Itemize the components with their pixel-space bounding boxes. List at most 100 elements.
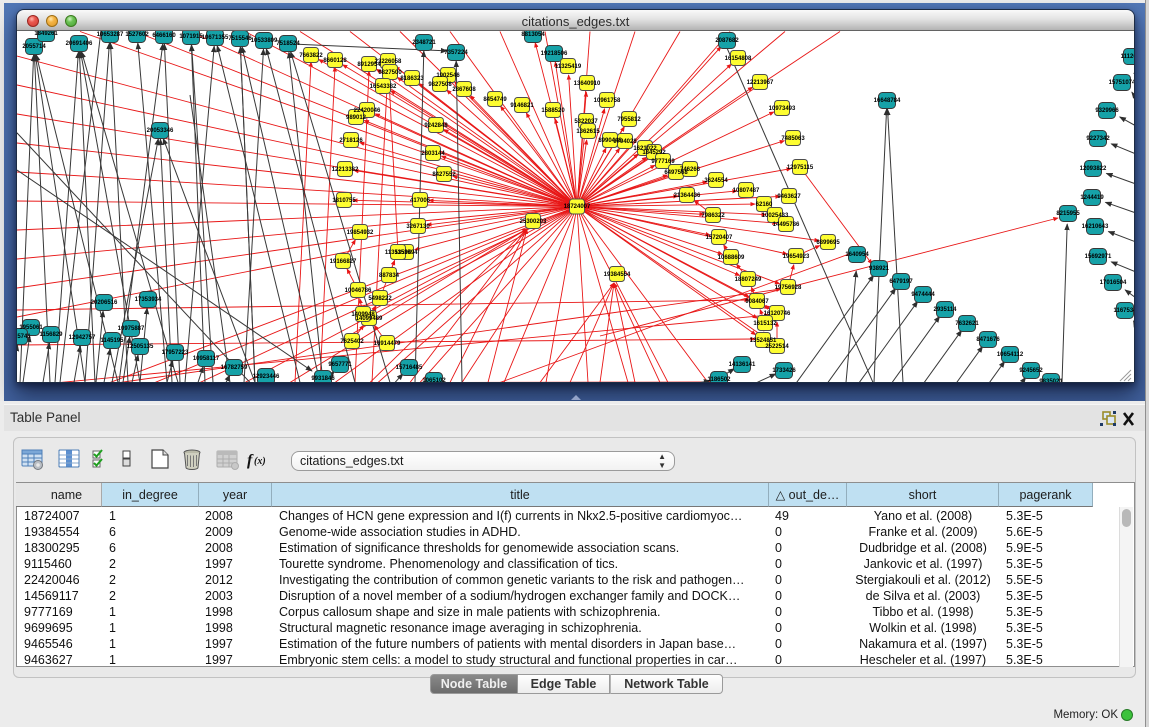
svg-text:9777169: 9777169: [651, 159, 675, 165]
svg-text:8215955: 8215955: [1056, 211, 1080, 217]
svg-text:1810755: 1810755: [332, 198, 356, 204]
svg-text:8660128: 8660128: [323, 58, 347, 64]
svg-text:1527602: 1527602: [125, 32, 149, 38]
svg-text:17353934: 17353934: [135, 297, 162, 303]
svg-text:22420046: 22420046: [354, 108, 381, 114]
svg-text:1902546: 1902546: [436, 73, 460, 79]
svg-text:16120746: 16120746: [764, 311, 791, 317]
svg-text:8186323: 8186323: [400, 76, 424, 82]
svg-text:10533809: 10533809: [251, 38, 278, 44]
svg-text:17016504: 17016504: [1100, 280, 1127, 286]
svg-text:7485063: 7485063: [781, 136, 805, 142]
svg-text:16210643: 16210643: [1082, 224, 1109, 230]
svg-text:10958117: 10958117: [193, 356, 220, 362]
svg-text:6479197: 6479197: [889, 279, 913, 285]
svg-text:7955812: 7955812: [617, 117, 641, 123]
svg-text:5498222: 5498222: [368, 296, 392, 302]
svg-text:7663822: 7663822: [299, 53, 323, 59]
svg-text:989012: 989012: [346, 115, 367, 121]
svg-text:17957223: 17957223: [162, 350, 189, 356]
svg-text:8427552: 8427552: [432, 172, 456, 178]
svg-text:7625402: 7625402: [340, 339, 364, 345]
svg-text:417006: 417006: [410, 198, 431, 204]
svg-text:9463627: 9463627: [777, 194, 801, 200]
svg-text:2718126: 2718126: [339, 138, 363, 144]
svg-text:f: f: [247, 452, 254, 469]
svg-text:6899695: 6899695: [816, 240, 840, 246]
svg-text:1145195: 1145195: [100, 338, 124, 344]
svg-text:16914479: 16914479: [374, 341, 401, 347]
svg-text:9931846: 9931846: [311, 376, 335, 382]
svg-text:1845292: 1845292: [642, 150, 666, 156]
svg-text:21364436: 21364436: [674, 193, 701, 199]
svg-text:9242848: 9242848: [424, 123, 448, 129]
svg-text:25300203: 25300203: [520, 219, 547, 225]
svg-text:1362615: 1362615: [576, 129, 600, 135]
svg-text:20053346: 20053346: [147, 128, 174, 134]
svg-text:8454749: 8454749: [483, 97, 507, 103]
svg-text:16782759: 16782759: [221, 365, 248, 371]
svg-text:3624554: 3624554: [704, 178, 728, 184]
svg-text:1186502: 1186502: [707, 377, 731, 382]
svg-text:10046786: 10046786: [345, 288, 372, 294]
svg-text:1065102: 1065102: [422, 378, 446, 382]
svg-text:12942757: 12942757: [69, 335, 96, 341]
svg-text:20206516: 20206516: [91, 300, 118, 306]
svg-text:1849261: 1849261: [34, 31, 58, 37]
svg-text:13640910: 13640910: [574, 81, 601, 87]
svg-text:16543382: 16543382: [370, 84, 397, 90]
svg-text:16154808: 16154808: [725, 56, 752, 62]
svg-text:9835021: 9835021: [1039, 379, 1063, 382]
svg-text:10654112: 10654112: [997, 352, 1024, 358]
svg-text:12213382: 12213382: [332, 167, 359, 173]
svg-text:887834: 887834: [379, 273, 400, 279]
svg-text:11325419: 11325419: [555, 64, 582, 70]
svg-text:9827508: 9827508: [428, 82, 452, 88]
svg-text:15716485: 15716485: [396, 365, 423, 371]
svg-text:14495786: 14495786: [773, 222, 800, 228]
svg-text:10975887: 10975887: [118, 326, 145, 332]
svg-text:5322037: 5322037: [574, 119, 598, 125]
svg-text:16648784: 16648784: [874, 98, 901, 104]
svg-text:19756928: 19756928: [775, 285, 802, 291]
svg-text:10025433: 10025433: [762, 213, 789, 219]
svg-text:9827500: 9827500: [378, 70, 402, 76]
svg-text:19384554: 19384554: [604, 272, 631, 278]
svg-text:19654923: 19654923: [783, 254, 810, 260]
svg-text:1588520: 1588520: [541, 108, 565, 114]
svg-text:10688609: 10688609: [718, 255, 745, 261]
svg-text:9146821: 9146821: [510, 103, 534, 109]
svg-text:1955061: 1955061: [19, 325, 43, 331]
svg-text:746266: 746266: [680, 167, 701, 173]
svg-text:20691406: 20691406: [66, 41, 93, 47]
svg-text:12213967: 12213967: [747, 80, 774, 86]
svg-text:9227342: 9227342: [1086, 136, 1110, 142]
svg-text:7986322: 7986322: [701, 213, 725, 219]
svg-text:1244419: 1244419: [1080, 195, 1104, 201]
svg-text:2055714: 2055714: [22, 44, 46, 50]
svg-text:62160: 62160: [756, 202, 773, 208]
svg-text:9084067: 9084067: [745, 299, 769, 305]
svg-text:23226058: 23226058: [375, 59, 402, 65]
svg-text:15692971: 15692971: [1085, 254, 1112, 260]
svg-text:8471676: 8471676: [976, 337, 1000, 343]
svg-text:3915741: 3915741: [17, 334, 31, 340]
svg-text:1112643: 1112643: [1121, 54, 1134, 60]
svg-text:2348721: 2348721: [412, 40, 436, 46]
svg-text:3267130: 3267130: [406, 224, 430, 230]
svg-text:9657771: 9657771: [328, 362, 352, 368]
svg-text:1409948: 1409948: [351, 312, 375, 318]
svg-text:15720407: 15720407: [706, 235, 733, 241]
svg-text:1615132: 1615132: [753, 321, 777, 327]
svg-text:2867608: 2867608: [452, 87, 476, 93]
svg-text:15751074: 15751074: [1109, 80, 1134, 86]
svg-text:7518524: 7518524: [276, 41, 300, 47]
svg-text:12093822: 12093822: [1080, 166, 1107, 172]
svg-text:10653287: 10653287: [97, 32, 124, 38]
svg-text:10973493: 10973493: [769, 106, 796, 112]
svg-text:9474444: 9474444: [911, 292, 935, 298]
svg-text:18807249: 18807249: [735, 277, 762, 283]
svg-text:12923446: 12923446: [253, 374, 280, 380]
svg-text:7632621: 7632621: [955, 321, 979, 327]
svg-text:2087682: 2087682: [715, 38, 739, 44]
